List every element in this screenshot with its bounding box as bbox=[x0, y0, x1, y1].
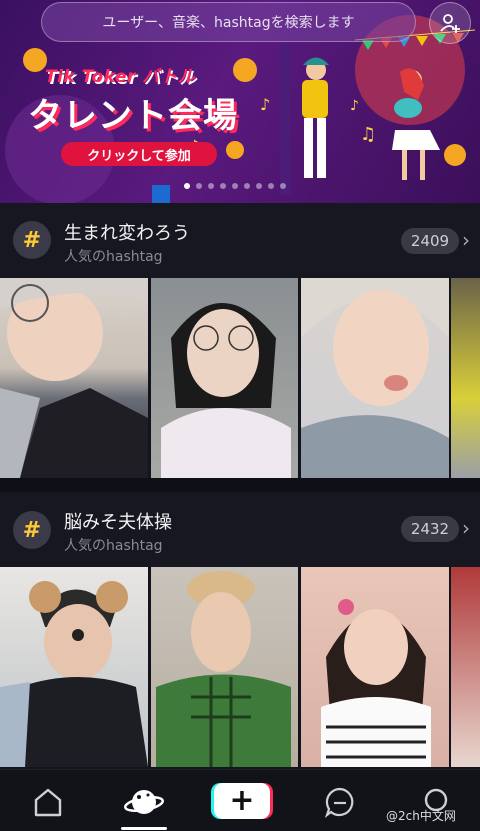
svg-text:♪: ♪ bbox=[260, 95, 270, 114]
video-thumbnail-row-2 bbox=[0, 567, 480, 767]
pager-dot bbox=[256, 183, 262, 189]
watermark-text: @2ch中文网 bbox=[386, 809, 456, 823]
video-thumbnail[interactable] bbox=[0, 278, 148, 478]
hashtag-header-1[interactable]: # 生まれ変わろう 人気のhashtag 2409 › bbox=[0, 203, 480, 278]
nav-discover[interactable] bbox=[124, 782, 164, 822]
plus-icon: + bbox=[229, 783, 255, 818]
hashtag-subtitle: 人気のhashtag bbox=[64, 538, 163, 554]
video-count-badge: 2432 bbox=[401, 516, 459, 542]
video-thumbnail[interactable] bbox=[301, 278, 449, 478]
chevron-right-icon[interactable]: › bbox=[462, 228, 470, 252]
nav-inbox[interactable] bbox=[320, 782, 360, 822]
join-button[interactable]: クリックして参加 bbox=[61, 142, 217, 166]
hashtag-icon: # bbox=[13, 511, 51, 549]
svg-text:♫: ♫ bbox=[360, 124, 376, 145]
nav-home[interactable] bbox=[28, 782, 68, 822]
planet-icon bbox=[124, 790, 164, 814]
create-video-button[interactable]: + bbox=[214, 783, 270, 819]
add-user-button[interactable] bbox=[429, 2, 471, 44]
banner-brand: Tik Toker バトル bbox=[45, 67, 196, 87]
svg-text:♪: ♪ bbox=[350, 98, 359, 114]
add-user-icon bbox=[440, 14, 460, 33]
chevron-right-icon[interactable]: › bbox=[462, 516, 470, 540]
pager-dot bbox=[220, 183, 226, 189]
pager-dot bbox=[280, 183, 286, 189]
pager-dot bbox=[196, 183, 202, 189]
video-thumbnail[interactable] bbox=[451, 278, 480, 478]
hashtag-subtitle: 人気のhashtag bbox=[64, 249, 163, 265]
video-thumbnail-row-1 bbox=[0, 278, 480, 478]
video-thumbnail[interactable] bbox=[0, 567, 148, 767]
bottom-nav: + @2ch中文网 bbox=[0, 769, 480, 831]
pager-dot bbox=[184, 183, 190, 189]
message-icon bbox=[324, 787, 354, 818]
banner-headline: タレント会場 bbox=[28, 96, 238, 136]
hashtag-header-2[interactable]: # 脳みそ夫体操 人気のhashtag 2432 › bbox=[0, 492, 480, 567]
hashtag-title: 生まれ変わろう bbox=[64, 223, 190, 244]
video-thumbnail[interactable] bbox=[451, 567, 480, 767]
hashtag-icon: # bbox=[13, 221, 51, 259]
video-thumbnail[interactable] bbox=[151, 567, 298, 767]
section-divider bbox=[0, 478, 480, 492]
search-input[interactable]: ユーザー、音楽、hashtagを検索します bbox=[41, 2, 416, 42]
home-icon bbox=[34, 788, 62, 817]
pager-dot bbox=[232, 183, 238, 189]
pager-dot bbox=[268, 183, 274, 189]
video-thumbnail[interactable] bbox=[151, 278, 298, 478]
pager-dot bbox=[244, 183, 250, 189]
active-tab-indicator bbox=[121, 827, 167, 830]
video-thumbnail[interactable] bbox=[301, 567, 449, 767]
pager-dot bbox=[208, 183, 214, 189]
banner-pager bbox=[184, 183, 286, 189]
video-count-badge: 2409 bbox=[401, 228, 459, 254]
promo-banner[interactable]: ♪ ♫ ♪ ♪ ユーザー、音楽、hashtagを検索します Tik Toker … bbox=[0, 0, 480, 203]
hashtag-title: 脳みそ夫体操 bbox=[64, 512, 172, 533]
